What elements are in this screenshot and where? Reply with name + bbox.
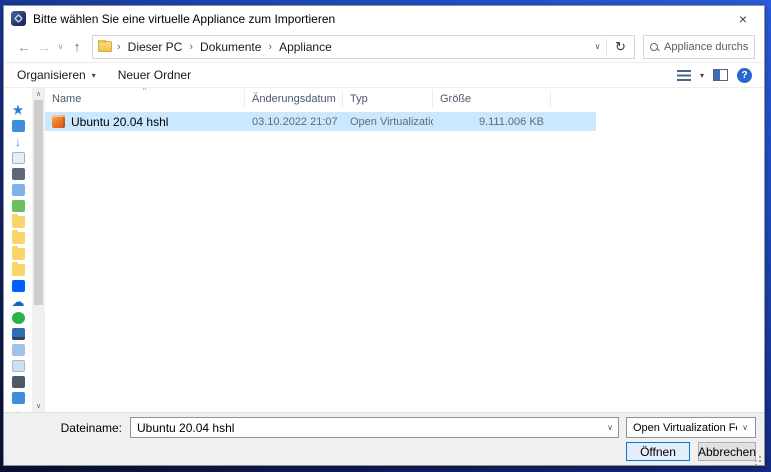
file-name: Ubuntu 20.04 hshl	[71, 115, 168, 129]
help-icon[interactable]: ?	[737, 68, 752, 83]
virtualbox-app-icon	[11, 11, 26, 26]
command-toolbar: Organisieren ▾ Neuer Ordner ▾ ?	[4, 63, 764, 88]
breadcrumb-separator: ›	[189, 41, 193, 53]
this-pc-icon[interactable]	[12, 328, 25, 340]
back-button[interactable]: ←	[14, 35, 34, 59]
column-label: Änderungsdatum	[252, 93, 336, 105]
search-box[interactable]	[643, 35, 755, 59]
green-app-icon[interactable]	[12, 312, 25, 324]
breadcrumb: › Dieser PC › Dokumente › Appliance	[93, 40, 589, 54]
file-row-selected[interactable]: Ubuntu 20.04 hshl 03.10.2022 21:07 Open …	[45, 112, 596, 131]
column-header-size[interactable]: Größe	[433, 90, 551, 108]
views-chevron-icon[interactable]: ▾	[700, 71, 704, 80]
up-button[interactable]: ↑	[67, 35, 87, 59]
cancel-button[interactable]: Abbrechen	[698, 442, 756, 461]
views-icon[interactable]	[677, 70, 691, 81]
resize-grip[interactable]	[753, 454, 762, 463]
refresh-button[interactable]: ↻	[607, 36, 634, 58]
filetype-select[interactable]: Open Virtualization Format (*.o ∨	[626, 417, 756, 438]
folder-icon	[98, 41, 112, 52]
scroll-up-icon[interactable]: ∧	[36, 90, 41, 98]
open-file-dialog: Bitte wählen Sie eine virtuelle Applianc…	[3, 5, 765, 466]
filetype-value: Open Virtualization Format (*.o	[633, 422, 737, 434]
scroll-down-icon[interactable]: ∨	[36, 402, 41, 410]
sort-ascending-icon: ^	[143, 88, 147, 95]
column-header-modified[interactable]: Änderungsdatum	[245, 90, 343, 108]
breadcrumb-separator: ›	[117, 41, 121, 53]
open-button[interactable]: Öffnen	[626, 442, 690, 461]
navigation-bar: ← → ∨ ↑ › Dieser PC › Dokumente › Applia…	[4, 31, 764, 63]
filename-label: Dateiname:	[12, 421, 130, 435]
desktop-icon[interactable]	[12, 120, 25, 132]
history-dropdown-button[interactable]: ∨	[54, 35, 67, 59]
filename-row: Dateiname: ∨ Open Virtualization Format …	[12, 417, 756, 438]
downloads-icon[interactable]: ↓	[15, 136, 21, 148]
navigation-pane: ★ ↓ ☁ ↓ ∧	[4, 88, 45, 412]
videos-icon[interactable]	[12, 184, 25, 196]
file-type-cell: Open Virtualizatio...	[343, 116, 433, 128]
dialog-footer: Dateiname: ∨ Open Virtualization Format …	[4, 412, 764, 465]
forward-button[interactable]: →	[34, 35, 54, 59]
address-bar[interactable]: › Dieser PC › Dokumente › Appliance ∨ ↻	[92, 35, 635, 59]
folder-icon[interactable]	[12, 264, 25, 276]
column-label: Typ	[350, 93, 368, 105]
buttons-row: Öffnen Abbrechen	[12, 442, 756, 461]
file-modified-cell: 03.10.2022 21:07	[245, 116, 343, 128]
synced-folder-icon[interactable]	[12, 200, 25, 212]
column-header-type[interactable]: Typ	[343, 90, 433, 108]
folder-icon[interactable]	[12, 232, 25, 244]
toolbar-right-group: ▾ ?	[677, 68, 755, 83]
folder-icon[interactable]	[12, 216, 25, 228]
onedrive-icon[interactable]: ☁	[12, 296, 25, 308]
column-label: Name	[52, 93, 81, 105]
search-input[interactable]	[664, 41, 748, 53]
main-area: ★ ↓ ☁ ↓ ∧	[4, 88, 764, 412]
breadcrumb-item-dieser-pc[interactable]: Dieser PC	[126, 40, 185, 54]
preview-pane-icon[interactable]	[713, 69, 728, 81]
organize-button[interactable]: Organisieren ▾	[13, 63, 100, 87]
new-folder-button[interactable]: Neuer Ordner	[114, 63, 195, 87]
documents-icon[interactable]	[12, 392, 25, 404]
filename-input[interactable]	[131, 421, 602, 435]
pictures-icon[interactable]	[12, 168, 25, 180]
file-size-cell: 9.111.006 KB	[433, 116, 551, 128]
organize-label: Organisieren	[17, 68, 86, 82]
chevron-down-icon: ▾	[92, 71, 96, 80]
file-name-cell: Ubuntu 20.04 hshl	[45, 115, 245, 129]
file-list: ^ Name Änderungsdatum Typ Größe Ubuntu	[45, 88, 764, 412]
file-rows: Ubuntu 20.04 hshl 03.10.2022 21:07 Open …	[45, 108, 764, 412]
ova-file-icon	[52, 115, 65, 128]
folder-icon[interactable]	[12, 248, 25, 260]
dropbox-icon[interactable]	[12, 280, 25, 292]
breadcrumb-item-appliance[interactable]: Appliance	[277, 40, 334, 54]
column-header-name[interactable]: ^ Name	[45, 90, 245, 108]
title-bar: Bitte wählen Sie eine virtuelle Applianc…	[4, 6, 764, 31]
column-headers: ^ Name Änderungsdatum Typ Größe	[45, 90, 764, 108]
documents-icon[interactable]	[12, 152, 25, 164]
search-icon	[650, 43, 658, 51]
breadcrumb-separator: ›	[268, 41, 272, 53]
window-title: Bitte wählen Sie eine virtuelle Applianc…	[33, 12, 335, 26]
scrollbar-thumb[interactable]	[34, 100, 43, 305]
navigation-pane-icons: ★ ↓ ☁ ↓	[4, 88, 32, 412]
desktop-icon[interactable]	[12, 376, 25, 388]
sidebar-scrollbar[interactable]: ∧ ∨	[32, 88, 45, 412]
pictures-icon[interactable]	[12, 360, 25, 372]
filename-combobox[interactable]: ∨	[130, 417, 619, 438]
filetype-chevron-icon: ∨	[737, 423, 753, 432]
3d-objects-icon[interactable]	[12, 344, 25, 356]
close-button[interactable]: ×	[722, 6, 764, 31]
new-folder-label: Neuer Ordner	[118, 68, 191, 82]
quick-access-star-icon[interactable]: ★	[13, 104, 24, 116]
column-label: Größe	[440, 93, 471, 105]
breadcrumb-item-dokumente[interactable]: Dokumente	[198, 40, 263, 54]
filename-chevron-icon[interactable]: ∨	[602, 423, 618, 432]
address-dropdown-chevron-icon[interactable]: ∨	[589, 42, 606, 51]
